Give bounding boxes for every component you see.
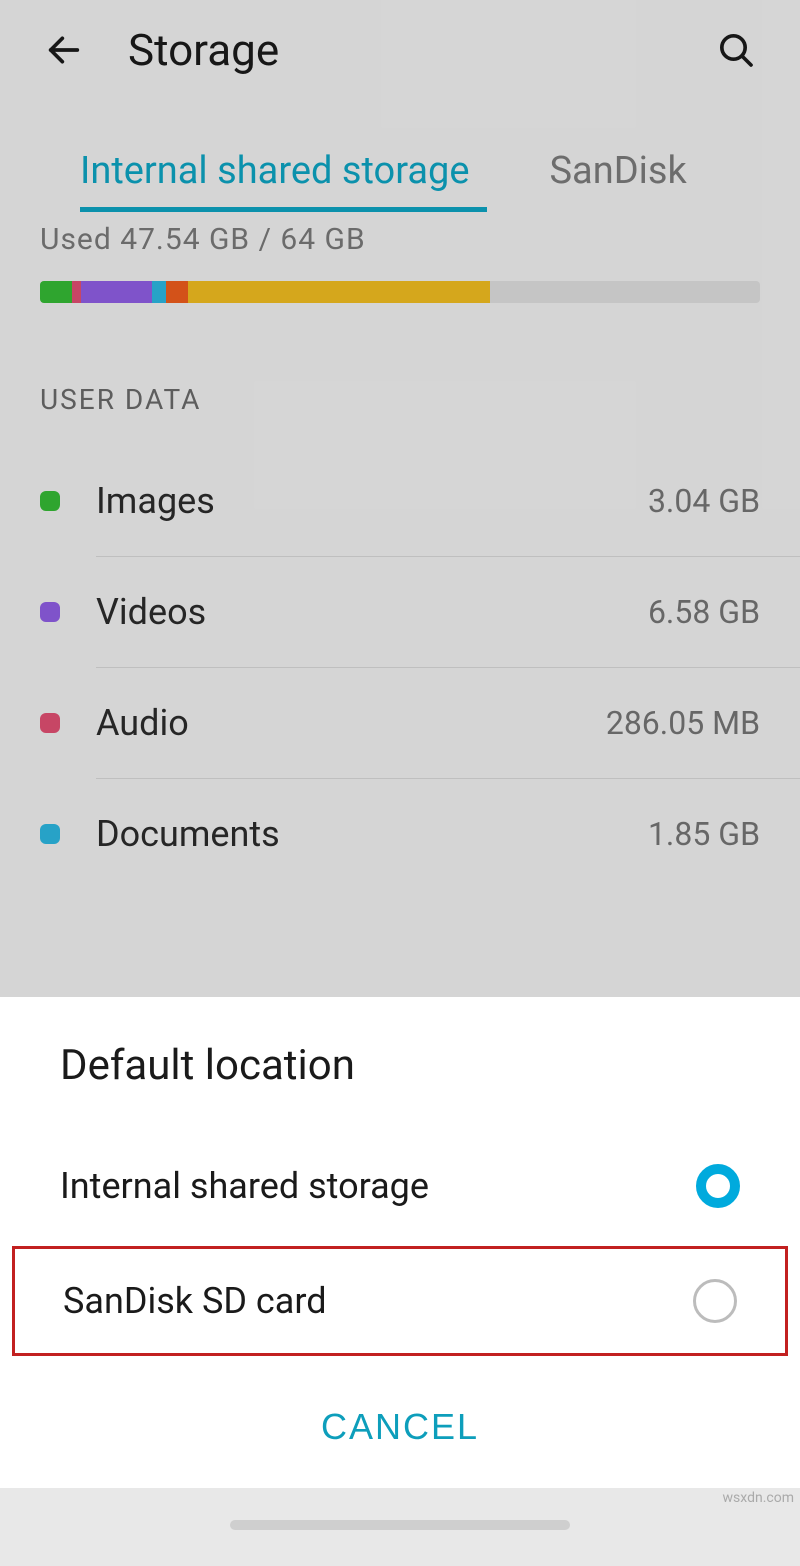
option-label: SanDisk SD card	[63, 1280, 693, 1322]
cancel-row: CANCEL	[0, 1360, 800, 1488]
cancel-button[interactable]: CANCEL	[321, 1406, 479, 1448]
row-value: 1.85 GB	[648, 815, 760, 853]
section-header: USER DATA	[0, 313, 800, 446]
category-dot-icon	[40, 602, 60, 622]
usage-segment	[166, 281, 188, 303]
usage-bar	[40, 281, 760, 303]
tabs: Internal shared storage SanDisk	[0, 135, 800, 212]
user-data-list: Images3.04 GBVideos6.58 GBAudio286.05 MB…	[0, 446, 800, 889]
storage-row[interactable]: Images3.04 GB	[0, 446, 800, 556]
location-option[interactable]: Internal shared storage	[0, 1130, 800, 1242]
back-icon[interactable]	[40, 26, 88, 74]
nav-pill[interactable]	[230, 1520, 570, 1530]
watermark: wsxdn.com	[723, 1490, 794, 1506]
nav-bar	[0, 1488, 800, 1566]
row-value: 286.05 MB	[606, 704, 760, 742]
tab-internal[interactable]: Internal shared storage	[80, 135, 487, 212]
row-value: 6.58 GB	[648, 593, 760, 631]
page-title: Storage	[128, 24, 712, 76]
category-dot-icon	[40, 491, 60, 511]
storage-row[interactable]: Documents1.85 GB	[0, 778, 800, 889]
usage-segment	[152, 281, 166, 303]
row-value: 3.04 GB	[648, 482, 760, 520]
bottom-sheet: Default location Internal shared storage…	[0, 997, 800, 1488]
search-icon[interactable]	[712, 26, 760, 74]
row-label: Images	[96, 480, 648, 522]
category-dot-icon	[40, 824, 60, 844]
storage-row[interactable]: Audio286.05 MB	[0, 667, 800, 778]
storage-row[interactable]: Videos6.58 GB	[0, 556, 800, 667]
usage-segment	[40, 281, 72, 303]
header: Storage	[0, 0, 800, 100]
usage-segment	[72, 281, 81, 303]
location-option[interactable]: SanDisk SD card	[12, 1246, 788, 1356]
radio-unselected-icon[interactable]	[693, 1279, 737, 1323]
sheet-title: Default location	[0, 1041, 800, 1130]
row-label: Documents	[96, 813, 648, 855]
row-label: Audio	[96, 702, 606, 744]
row-label: Videos	[96, 591, 648, 633]
category-dot-icon	[40, 713, 60, 733]
usage-segment	[188, 281, 490, 303]
option-label: Internal shared storage	[60, 1165, 696, 1207]
usage-text: Used 47.54 GB / 64 GB	[0, 212, 800, 271]
tab-sandisk[interactable]: SanDisk	[549, 135, 686, 212]
usage-segment	[81, 281, 152, 303]
radio-selected-icon[interactable]	[696, 1164, 740, 1208]
